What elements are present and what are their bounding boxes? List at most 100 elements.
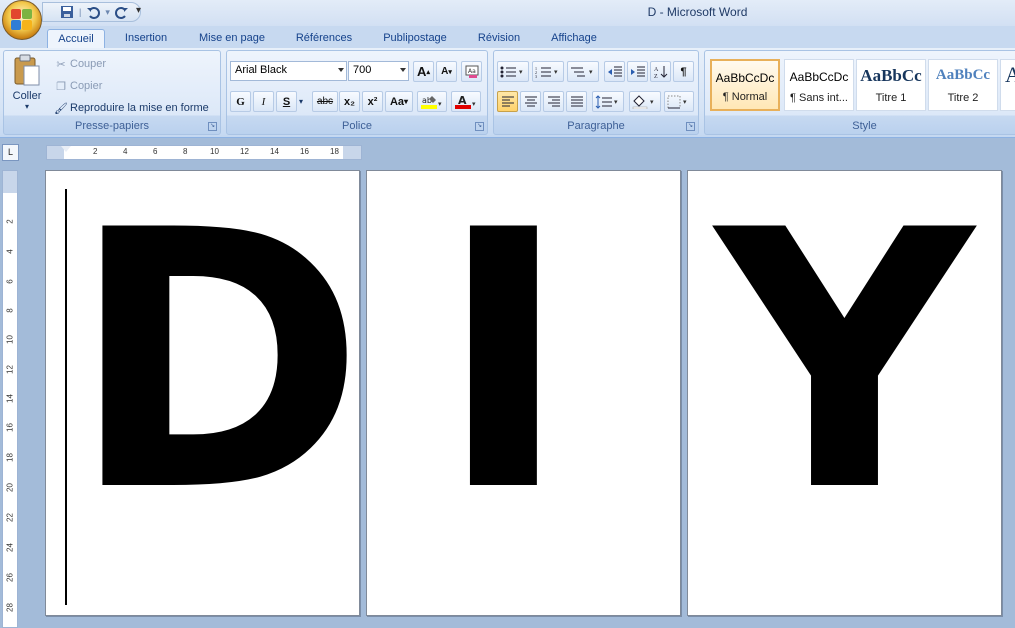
tab-references[interactable]: Références (288, 29, 360, 48)
font-name-dropdown-icon[interactable] (338, 68, 344, 72)
increase-indent-icon (630, 66, 645, 76)
grow-font-button[interactable]: A ▴ (413, 61, 434, 82)
bullets-button[interactable]: ▾ (497, 61, 529, 82)
underline-label: S (282, 95, 291, 108)
style-heading-2[interactable]: AaBbCc Titre 2 (928, 59, 998, 111)
paragraph-group-label: Paragraphe (567, 120, 625, 132)
redo-icon[interactable] (112, 4, 132, 20)
justify-button[interactable] (566, 91, 587, 112)
undo-icon[interactable] (83, 4, 103, 20)
highlight-button[interactable]: ab ▾ (417, 91, 447, 112)
format-painter-label: Reproduire la mise en forme (70, 102, 209, 114)
style-normal[interactable]: AaBbCcDc ¶ Normal (710, 59, 780, 111)
numbering-button[interactable]: 1 2 3 ▾ (532, 61, 564, 82)
tab-selector-button[interactable]: L (2, 144, 19, 161)
office-button[interactable] (2, 0, 42, 40)
superscript-button[interactable]: x² (362, 91, 383, 112)
align-right-button[interactable] (543, 91, 564, 112)
ruler-tick: 22 (5, 513, 15, 522)
highlighter-icon: ab ▾ (421, 95, 442, 109)
tab-publipostage[interactable]: Publipostage (372, 29, 458, 48)
save-icon[interactable] (57, 4, 77, 20)
sort-button[interactable]: AZ (650, 61, 671, 82)
change-case-dropdown-icon[interactable]: ▾ (404, 97, 408, 106)
font-name-value: Arial Black (235, 64, 287, 76)
ribbon: Coller ▾ ✂ Couper ❐ Copier 🖌 Reproduire … (0, 48, 1015, 138)
borders-icon: ▾ (667, 95, 687, 108)
multilevel-list-button[interactable]: ▾ (567, 61, 599, 82)
copy-label: Copier (70, 80, 103, 92)
font-name-combo[interactable]: Arial Black (230, 61, 347, 81)
borders-button[interactable]: ▾ (664, 91, 694, 112)
undo-dropdown-icon[interactable]: ▾ (105, 7, 110, 18)
svg-text:▾: ▾ (589, 68, 593, 76)
paste-button[interactable]: Coller ▾ (8, 54, 46, 116)
tab-mise-en-page[interactable]: Mise en page (190, 29, 274, 48)
line-spacing-button[interactable]: ▾ (592, 91, 624, 112)
grow-font-arrow-icon: ▴ (426, 68, 430, 76)
clipboard-launcher-icon[interactable]: ↘ (208, 122, 217, 131)
svg-text:A: A (654, 67, 659, 73)
copy-button[interactable]: ❐ Copier (52, 77, 102, 95)
font-launcher-icon[interactable]: ↘ (475, 122, 484, 131)
customize-toolbar-icon[interactable]: ▾ (136, 5, 141, 16)
ruler-tick: 10 (210, 147, 219, 156)
underline-dropdown-icon[interactable]: ▾ (299, 97, 303, 106)
style-title-partial[interactable]: A (1000, 59, 1015, 111)
ruler-tick: 4 (123, 147, 128, 156)
first-line-indent-marker[interactable] (61, 146, 71, 152)
document-page-3[interactable]: Y (687, 170, 1002, 616)
tab-insertion[interactable]: Insertion (114, 29, 178, 48)
svg-text:▾: ▾ (554, 68, 558, 76)
tab-accueil[interactable]: Accueil (47, 29, 105, 48)
style-heading-1[interactable]: AaBbCc Titre 1 (856, 59, 926, 111)
horizontal-ruler[interactable]: 2 4 6 8 10 12 14 16 18 (46, 145, 362, 160)
clear-formatting-button[interactable]: Aa (461, 61, 482, 82)
vertical-ruler[interactable]: 2 4 6 8 10 12 14 16 18 20 22 24 26 28 (2, 170, 18, 628)
font-color-button[interactable]: A ▾ (451, 91, 481, 112)
ruler-tick: 14 (5, 394, 15, 403)
align-left-icon (501, 96, 514, 106)
paintbrush-icon: 🖌 (54, 102, 68, 115)
style-heading-1-sample: AaBbCc (860, 66, 922, 85)
tab-affichage[interactable]: Affichage (540, 29, 608, 48)
sort-az-icon: AZ (654, 65, 667, 79)
shrink-font-button[interactable]: A ▾ (436, 61, 457, 82)
underline-button[interactable]: S (276, 91, 297, 112)
change-case-label: Aa (389, 95, 405, 108)
style-no-spacing[interactable]: AaBbCcDc ¶ Sans int... (784, 59, 854, 111)
strikethrough-button[interactable]: abc (312, 91, 338, 112)
align-left-button[interactable] (497, 91, 518, 112)
page-letter: Y (715, 170, 974, 569)
style-heading-1-name: Titre 1 (875, 92, 907, 104)
bold-button[interactable]: G (230, 91, 251, 112)
decrease-indent-button[interactable] (604, 61, 625, 82)
document-page-2[interactable]: I (366, 170, 681, 616)
paste-dropdown-icon[interactable]: ▾ (25, 102, 29, 111)
show-formatting-button[interactable]: ¶ (673, 61, 694, 82)
svg-text:▾: ▾ (614, 98, 618, 106)
align-right-icon (547, 96, 560, 106)
cut-button[interactable]: ✂ Couper (52, 55, 106, 73)
title-bar: D - Microsoft Word (0, 0, 1015, 26)
format-painter-button[interactable]: 🖌 Reproduire la mise en forme (52, 99, 209, 117)
tab-revision[interactable]: Révision (468, 29, 530, 48)
change-case-button[interactable]: Aa ▾ (385, 91, 413, 112)
svg-text:▾: ▾ (519, 68, 523, 76)
align-center-button[interactable] (520, 91, 541, 112)
copy-icon: ❐ (56, 80, 66, 93)
ribbon-tabs: Accueil Insertion Mise en page Référence… (0, 26, 1015, 48)
paragraph-launcher-icon[interactable]: ↘ (686, 122, 695, 131)
shading-button[interactable]: ▾ (629, 91, 661, 112)
document-page-1[interactable]: D (45, 170, 360, 616)
cut-label: Couper (70, 58, 107, 70)
ruler-margin-top (3, 171, 17, 193)
increase-indent-button[interactable] (627, 61, 648, 82)
font-size-dropdown-icon[interactable] (400, 68, 406, 72)
scissors-icon: ✂ (56, 58, 66, 71)
italic-button[interactable]: I (253, 91, 274, 112)
font-size-combo[interactable]: 700 (348, 61, 409, 81)
align-center-icon (524, 96, 537, 106)
ruler-tick: 14 (270, 147, 279, 156)
subscript-button[interactable]: x₂ (339, 91, 360, 112)
